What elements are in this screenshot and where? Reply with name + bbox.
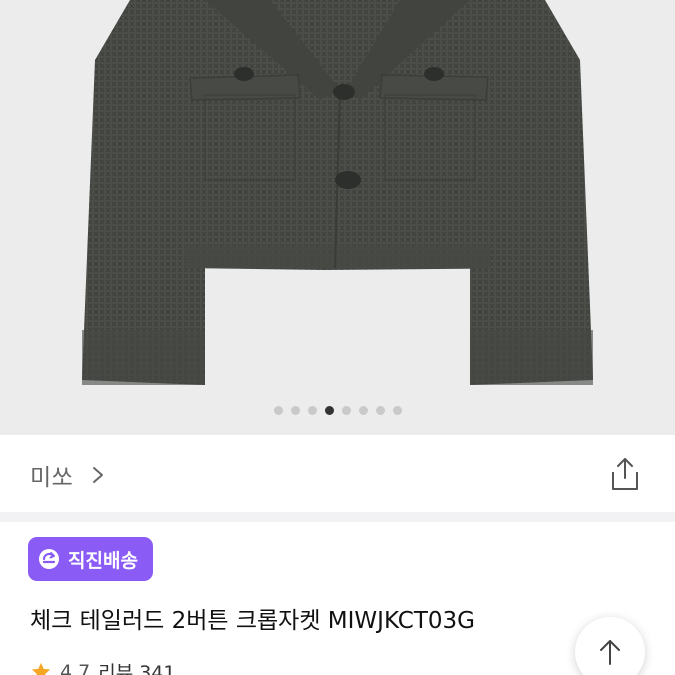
jacket-photo (82, 0, 593, 385)
carousel-dot[interactable] (273, 406, 283, 415)
carousel-dot[interactable] (392, 406, 402, 415)
rating-score: 4.7 (60, 660, 91, 675)
carousel-dot[interactable] (358, 406, 368, 415)
brand-link[interactable]: 미쏘 (30, 458, 109, 492)
brand-row: 미쏘 (0, 436, 675, 512)
arrow-up-icon (600, 640, 620, 665)
brand-name: 미쏘 (30, 465, 74, 491)
review-count: 리뷰 341 (98, 662, 176, 675)
rating-summary[interactable]: 4.7 리뷰 341 (30, 658, 175, 675)
carousel-dot[interactable] (290, 406, 300, 415)
product-image-carousel[interactable] (0, 0, 675, 435)
carousel-dot[interactable] (307, 406, 317, 415)
chevron-right-icon (93, 467, 104, 483)
badge-label: 직진배송 (68, 549, 138, 572)
carousel-dot[interactable] (375, 406, 385, 415)
star-icon (31, 662, 51, 675)
scroll-to-top-button[interactable] (575, 617, 645, 675)
section-divider (0, 512, 675, 522)
direct-shipping-badge: 직진배송 (28, 537, 153, 581)
carousel-dot-active[interactable] (324, 406, 334, 415)
refresh-arrow-icon (39, 549, 59, 569)
carousel-indicator (0, 406, 675, 415)
carousel-dot[interactable] (341, 406, 351, 415)
product-title: 체크 테일러드 2버튼 크롭자켓 MIWJKCT03G (30, 608, 475, 634)
share-icon[interactable] (609, 456, 641, 492)
